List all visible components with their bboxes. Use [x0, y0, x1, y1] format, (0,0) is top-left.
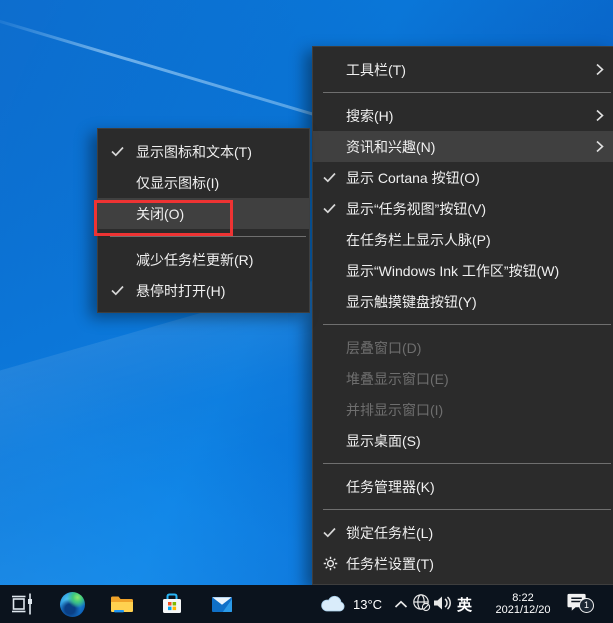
menu-item-label: 显示 Cortana 按钮(O)	[346, 168, 613, 188]
menu-item[interactable]: 任务栏设置(T)	[313, 548, 613, 579]
menu-item[interactable]: 在任务栏上显示人脉(P)	[313, 224, 613, 255]
menu-separator	[323, 463, 611, 464]
menu-item-label: 显示图标和文本(T)	[136, 142, 309, 162]
menu-separator	[110, 236, 306, 237]
windows-desktop[interactable]: 工具栏(T) 搜索(H) 资讯和兴趣(N) 显示 Cortana 按钮(O) 显示“任务…	[0, 0, 613, 623]
network-globe-icon	[412, 593, 431, 612]
menu-item[interactable]: 显示 Cortana 按钮(O)	[313, 162, 613, 193]
ime-label: 英	[457, 594, 472, 615]
check-icon	[111, 146, 124, 157]
menu-item-label: 搜索(H)	[346, 106, 596, 126]
volume-button[interactable]	[433, 585, 453, 623]
menu-item[interactable]: 悬停时打开(H)	[98, 275, 309, 306]
menu-item-label: 显示“Windows Ink 工作区”按钮(W)	[346, 261, 613, 281]
menu-item-label: 层叠窗口(D)	[346, 338, 613, 358]
menu-item[interactable]: 资讯和兴趣(N)	[313, 131, 613, 162]
menu-item-label: 在任务栏上显示人脉(P)	[346, 230, 613, 250]
menu-item-gutter	[98, 146, 136, 157]
menu-item-gutter	[98, 285, 136, 296]
show-hidden-icons-button[interactable]	[394, 585, 408, 623]
menu-item[interactable]: 搜索(H)	[313, 100, 613, 131]
submenu-arrow	[596, 140, 604, 153]
submenu-arrow-icon	[596, 63, 604, 76]
menu-item[interactable]: 显示桌面(S)	[313, 425, 613, 456]
clock[interactable]: 8:22 2021/12/20	[487, 585, 559, 623]
menu-item-label: 资讯和兴趣(N)	[346, 137, 596, 157]
notification-center-button[interactable]: 1	[566, 585, 598, 623]
submenu-arrow-icon	[596, 140, 604, 153]
menu-separator	[323, 92, 611, 93]
menu-item-label: 锁定任务栏(L)	[346, 523, 613, 543]
menu-separator	[323, 324, 611, 325]
system-tray: 13°C 英 8:22 2021/12/20 1	[0, 585, 613, 623]
menu-item[interactable]: 关闭(O)	[98, 198, 309, 229]
submenu-arrow	[596, 109, 604, 122]
menu-item-label: 减少任务栏更新(R)	[136, 250, 309, 270]
menu-item[interactable]: 工具栏(T)	[313, 54, 613, 85]
menu-item[interactable]: 显示“Windows Ink 工作区”按钮(W)	[313, 255, 613, 286]
menu-item-label: 仅显示图标(I)	[136, 173, 309, 193]
submenu-arrow	[596, 63, 604, 76]
menu-item[interactable]: 任务管理器(K)	[313, 471, 613, 502]
menu-item-gutter	[313, 203, 346, 214]
news-and-interests-submenu: 显示图标和文本(T) 仅显示图标(I) 关闭(O) 减少任务栏更新(R) 悬停时打开(H…	[97, 128, 310, 313]
weather-temp: 13°C	[353, 597, 382, 612]
clock-date: 2021/12/20	[495, 604, 550, 617]
check-icon	[111, 285, 124, 296]
check-icon	[323, 527, 336, 538]
menu-item[interactable]: 锁定任务栏(L)	[313, 517, 613, 548]
menu-item-label: 显示“任务视图”按钮(V)	[346, 199, 613, 219]
menu-item: 层叠窗口(D)	[313, 332, 613, 363]
menu-item-label: 显示桌面(S)	[346, 431, 613, 451]
menu-item-gutter	[313, 556, 346, 571]
cloud-icon	[320, 594, 346, 612]
menu-item-label: 堆叠显示窗口(E)	[346, 369, 613, 389]
menu-item-label: 悬停时打开(H)	[136, 281, 309, 301]
gear-icon	[323, 556, 338, 571]
menu-item[interactable]: 显示“任务视图”按钮(V)	[313, 193, 613, 224]
menu-item-label: 显示触摸键盘按钮(Y)	[346, 292, 613, 312]
taskbar: 13°C 英 8:22 2021/12/20 1	[0, 585, 613, 623]
check-icon	[323, 172, 336, 183]
taskbar-context-menu: 工具栏(T) 搜索(H) 资讯和兴趣(N) 显示 Cortana 按钮(O) 显示“任务…	[312, 46, 613, 585]
network-status-button[interactable]	[412, 585, 431, 623]
menu-item[interactable]: 减少任务栏更新(R)	[98, 244, 309, 275]
clock-time: 8:22	[512, 592, 533, 605]
menu-item-label: 关闭(O)	[136, 204, 309, 224]
menu-item-label: 工具栏(T)	[346, 60, 596, 80]
chevron-up-icon	[394, 600, 408, 609]
notification-badge: 1	[579, 598, 594, 613]
volume-icon	[433, 595, 453, 611]
submenu-arrow-icon	[596, 109, 604, 122]
check-icon	[323, 203, 336, 214]
menu-item[interactable]: 仅显示图标(I)	[98, 167, 309, 198]
menu-separator	[323, 509, 611, 510]
weather-widget[interactable]: 13°C	[320, 585, 382, 623]
menu-item[interactable]: 显示图标和文本(T)	[98, 136, 309, 167]
ime-indicator[interactable]: 英	[457, 585, 472, 623]
menu-item[interactable]: 显示触摸键盘按钮(Y)	[313, 286, 613, 317]
menu-item-label: 任务管理器(K)	[346, 477, 613, 497]
menu-item: 并排显示窗口(I)	[313, 394, 613, 425]
menu-item-gutter	[313, 527, 346, 538]
menu-item: 堆叠显示窗口(E)	[313, 363, 613, 394]
menu-item-gutter	[313, 172, 346, 183]
menu-item-label: 任务栏设置(T)	[346, 554, 613, 574]
menu-item-label: 并排显示窗口(I)	[346, 400, 613, 420]
